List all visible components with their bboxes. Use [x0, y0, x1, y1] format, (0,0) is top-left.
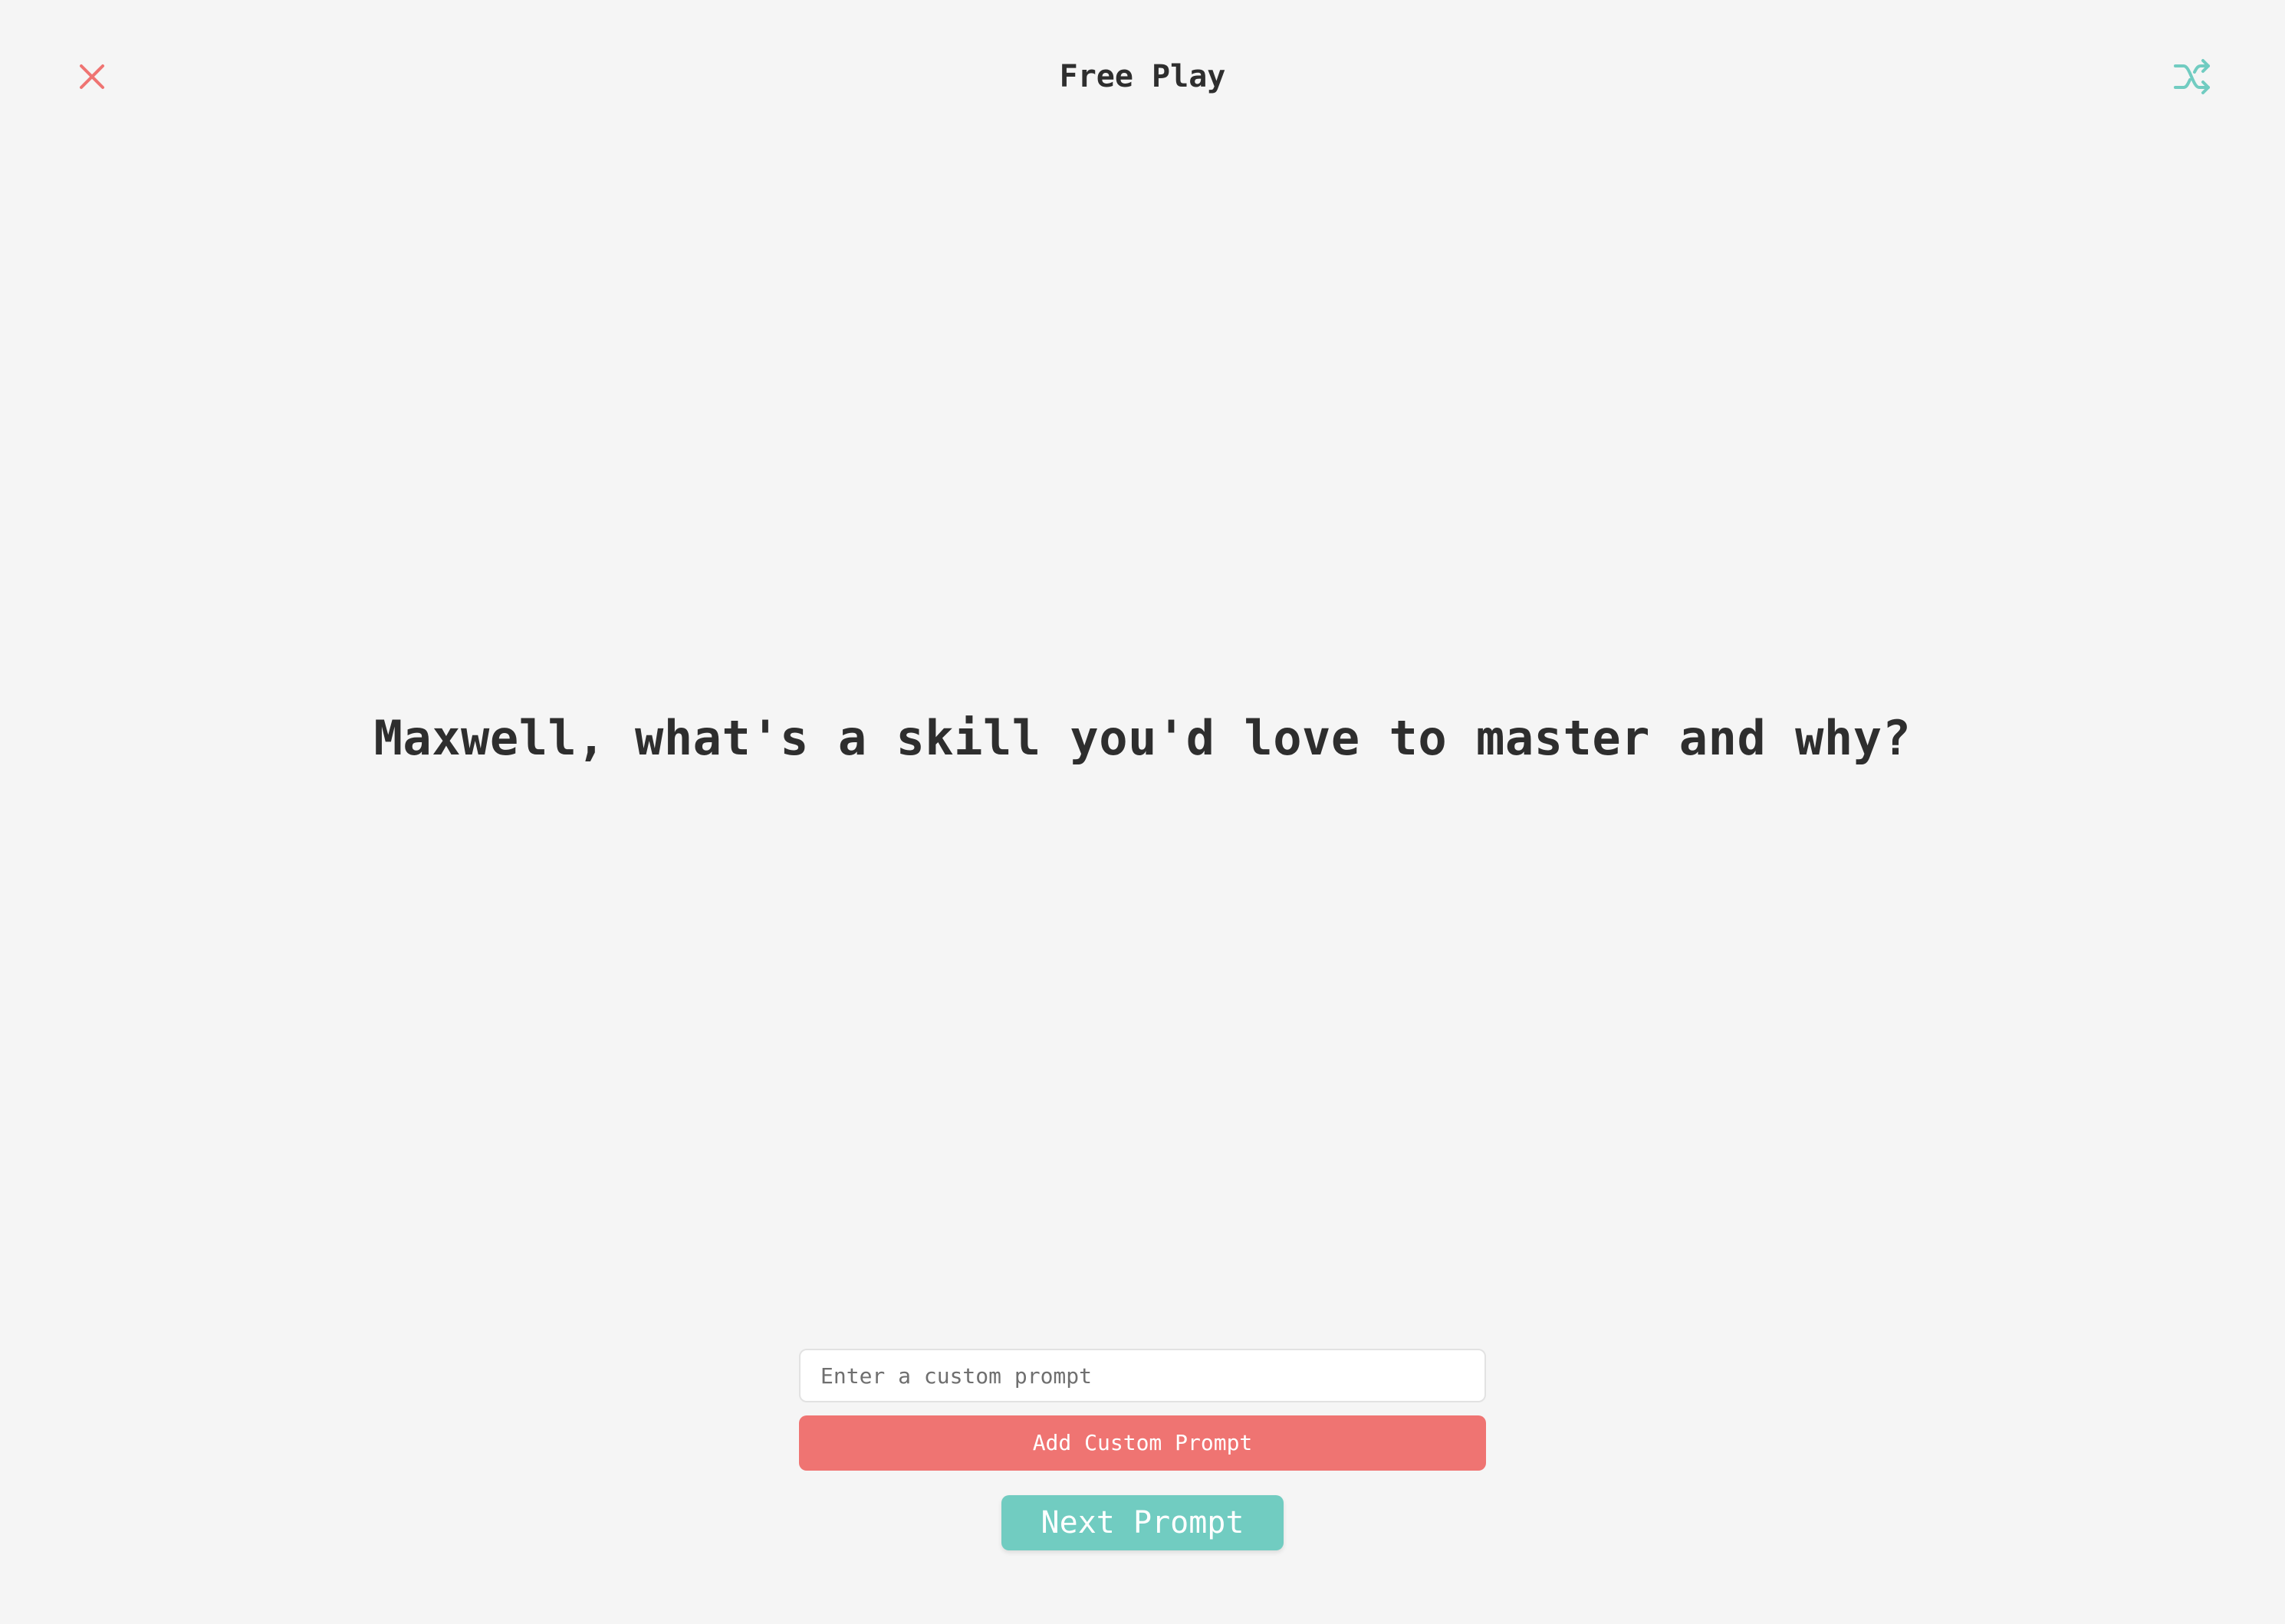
custom-prompt-input[interactable] — [799, 1349, 1486, 1402]
page-title: Free Play — [1059, 59, 1226, 94]
add-custom-prompt-button[interactable]: Add Custom Prompt — [799, 1415, 1486, 1471]
shuffle-icon — [2174, 59, 2210, 94]
prompt-text: Maxwell, what's a skill you'd love to ma… — [373, 710, 1912, 766]
shuffle-button[interactable] — [2172, 57, 2214, 97]
next-prompt-button[interactable]: Next Prompt — [1001, 1495, 1284, 1550]
header-bar: Free Play — [0, 0, 2285, 153]
